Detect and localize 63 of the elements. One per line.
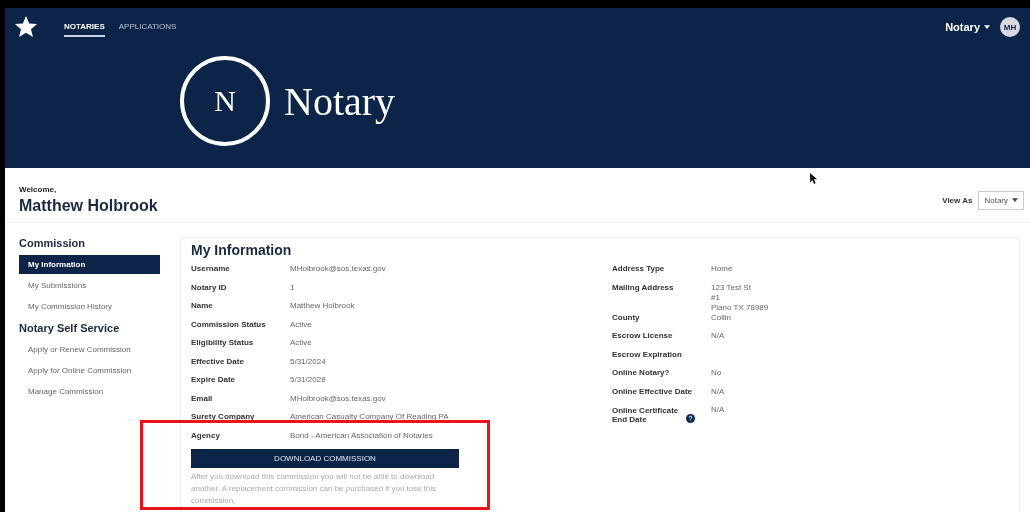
view-as-select[interactable]: Notary: [978, 190, 1024, 210]
field-label: Notary ID: [191, 282, 228, 294]
field-value: American Casualty Company Of Reading PA: [290, 412, 449, 422]
sidebar-item[interactable]: Manage Commission: [19, 382, 160, 401]
field-value: MHolbrook@sos.texas.gov: [290, 393, 386, 404]
field-value: 123 Test St: [711, 282, 752, 293]
field-value: 1: [290, 282, 295, 293]
field-value: 5/31/2024: [290, 356, 326, 367]
logo-circle: N: [180, 56, 270, 146]
sidebar-item[interactable]: My Commission History: [19, 297, 160, 316]
field-value: No: [711, 368, 722, 378]
field-label: Agency: [191, 430, 221, 442]
field-value: Matthew Holbrook: [290, 301, 355, 311]
field-label: Commission Status: [191, 319, 267, 331]
field-value: Active: [290, 319, 312, 330]
field-label: Eligibility Status: [191, 338, 255, 349]
star-icon: [14, 15, 38, 39]
field-label: Mailing Address: [612, 282, 674, 292]
field-value: 5/31/2028: [290, 375, 326, 385]
field-label: Name: [191, 301, 214, 312]
field-label: Escrow Expiration: [612, 349, 682, 359]
field-value: N/A: [711, 405, 725, 415]
field-label: Surety Company: [191, 412, 256, 423]
welcome-label: Welcome,: [19, 185, 58, 194]
caret-icon: [984, 25, 990, 29]
field-label: Expire Date: [191, 375, 237, 386]
sidebar-item[interactable]: My Information: [19, 255, 160, 274]
field-label: Online Effective Date: [612, 386, 693, 396]
sidebar-heading: Commission: [19, 237, 86, 249]
avatar[interactable]: MH: [1000, 17, 1020, 37]
sidebar-heading: Notary Self Service: [19, 322, 121, 334]
field-label: Online Notary?: [612, 368, 670, 377]
user-menu[interactable]: Notary: [945, 21, 990, 33]
field-label: Online Certificate End Date: [612, 405, 680, 424]
field-value: Active: [290, 338, 312, 348]
download-button[interactable]: DOWNLOAD COMMISSION: [191, 449, 459, 468]
field-value: Home: [711, 264, 733, 274]
field-label: County: [612, 312, 640, 322]
field-label: Escrow License: [612, 331, 673, 340]
nav-tab[interactable]: NOTARIES: [64, 17, 105, 37]
caret-icon: [1012, 198, 1018, 202]
user-name: Matthew Holbrook: [19, 197, 158, 215]
field-value: Bond - American Association of Notaries: [290, 430, 433, 441]
field-label: Email: [191, 393, 214, 405]
help-icon[interactable]: [686, 413, 695, 423]
section-title: My Information: [191, 242, 293, 258]
nav-tab[interactable]: APPLICATIONS: [118, 17, 177, 37]
field-label: Username: [191, 264, 231, 275]
field-value: N/A: [711, 386, 725, 397]
cursor-icon: [810, 173, 818, 184]
sidebar-item[interactable]: My Submissions: [19, 276, 160, 295]
field-value: #1: [711, 292, 721, 303]
field-label: Effective Date: [191, 356, 245, 368]
download-note: After you download this commission you will not be able to download another. A replacement commission can be purchased if you lose this commission.: [191, 471, 438, 507]
banner-title: Notary: [284, 77, 396, 125]
field-label: Address Type: [612, 264, 665, 273]
sidebar-item[interactable]: Apply or Renew Commission: [19, 340, 160, 359]
field-value: Plano TX 78989: [711, 302, 769, 313]
view-as-label: View As: [942, 195, 973, 205]
sidebar-item[interactable]: Apply for Online Commission: [19, 361, 160, 380]
field-value: N/A: [711, 331, 725, 341]
field-value: Collin: [711, 312, 731, 323]
field-value: MHolbrook@sos.texas.gov: [290, 264, 386, 274]
